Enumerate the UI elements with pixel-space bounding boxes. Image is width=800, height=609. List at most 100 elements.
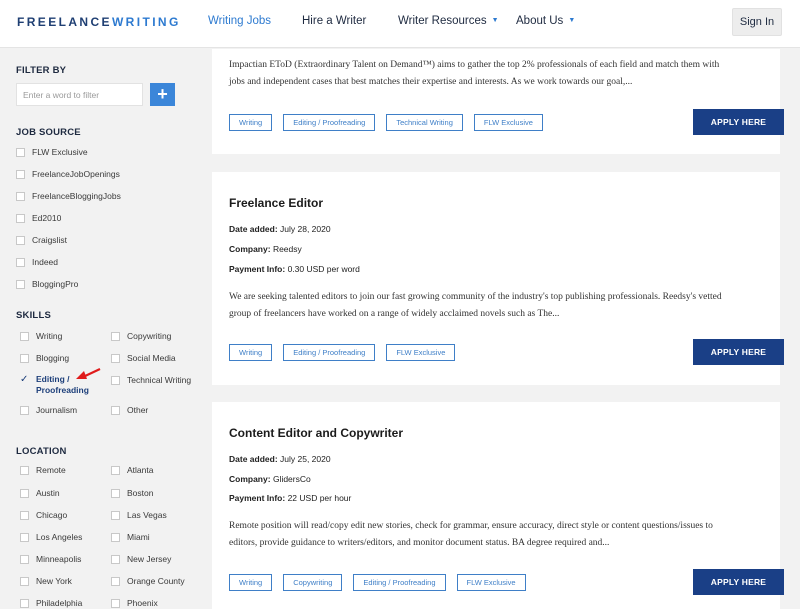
job-source-checkbox[interactable]: FLW Exclusive <box>16 147 88 158</box>
job-tags: Writing Editing / Proofreading Technical… <box>229 114 543 131</box>
checkbox-box[interactable] <box>20 466 29 475</box>
checkbox-box[interactable] <box>20 354 29 363</box>
skill-checkbox[interactable]: Copywriting <box>111 331 171 342</box>
job-date: Date added: July 25, 2020 <box>229 454 331 464</box>
job-source-checkbox[interactable]: FreelanceBloggingJobs <box>16 191 121 202</box>
sign-in-button[interactable]: Sign In <box>732 8 782 36</box>
job-tags: Writing Copywriting Editing / Proofreadi… <box>229 574 526 591</box>
checkbox-box[interactable] <box>16 236 25 245</box>
apply-here-button[interactable]: APPLY HERE <box>693 339 784 365</box>
checkbox-box[interactable] <box>16 148 25 157</box>
location-checkbox[interactable]: Las Vegas <box>111 510 167 521</box>
site-logo[interactable]: FREELANCEWRITING <box>17 15 181 29</box>
checkbox-box[interactable] <box>111 489 120 498</box>
checkbox-box[interactable] <box>111 406 120 415</box>
chevron-down-icon: ▼ <box>491 17 499 24</box>
location-checkbox[interactable]: Remote <box>20 465 66 476</box>
skill-checkbox[interactable]: Writing <box>20 331 62 342</box>
add-filter-button[interactable]: + <box>150 83 175 106</box>
checkbox-box[interactable] <box>16 170 25 179</box>
checkbox-box[interactable] <box>16 214 25 223</box>
nav-writing-jobs[interactable]: Writing Jobs <box>208 15 271 27</box>
location-title: LOCATION <box>16 446 67 457</box>
filter-by-title: FILTER BY <box>16 65 67 76</box>
location-checkbox[interactable]: Los Angeles <box>20 532 82 543</box>
job-tag[interactable]: FLW Exclusive <box>456 574 526 591</box>
checkbox-box[interactable] <box>111 533 120 542</box>
checkbox-box[interactable] <box>111 332 120 341</box>
job-card: Content Editor and Copywriter Date added… <box>212 402 784 609</box>
skill-checkbox[interactable]: Technical Writing <box>111 375 191 386</box>
job-title[interactable]: Content Editor and Copywriter <box>229 426 403 440</box>
red-arrow-icon <box>76 368 101 379</box>
nav-hire-a-writer[interactable]: Hire a Writer <box>302 15 366 27</box>
checkbox-box[interactable] <box>20 533 29 542</box>
skill-checkbox[interactable]: Journalism <box>20 405 77 416</box>
checkbox-box[interactable] <box>111 511 120 520</box>
location-checkbox[interactable]: Orange County <box>111 576 185 587</box>
checkbox-box[interactable] <box>20 332 29 341</box>
checkbox-box[interactable] <box>111 466 120 475</box>
job-company: Company: GlidersCo <box>229 474 311 484</box>
location-checkbox[interactable]: Chicago <box>20 510 67 521</box>
apply-here-button[interactable]: APPLY HERE <box>693 109 784 135</box>
job-tag[interactable]: Editing / Proofreading <box>283 344 376 361</box>
checkbox-box[interactable] <box>111 599 120 608</box>
skill-checkbox[interactable]: Social Media <box>111 353 176 364</box>
job-description: We are seeking talented editors to join … <box>229 292 722 319</box>
checkmark-icon[interactable]: ✓ <box>20 375 29 385</box>
checkbox-box[interactable] <box>16 258 25 267</box>
checkbox-box[interactable] <box>111 376 120 385</box>
job-source-checkbox[interactable]: Indeed <box>16 257 58 268</box>
job-source-title: JOB SOURCE <box>16 127 81 138</box>
location-checkbox[interactable]: Minneapolis <box>20 554 81 565</box>
job-tag[interactable]: FLW Exclusive <box>386 344 456 361</box>
skill-checkbox[interactable]: Blogging <box>20 353 69 364</box>
location-checkbox[interactable]: New Jersey <box>111 554 171 565</box>
location-checkbox[interactable]: Boston <box>111 488 153 499</box>
checkbox-box[interactable] <box>111 354 120 363</box>
job-date: Date added: July 28, 2020 <box>229 224 331 234</box>
job-tag[interactable]: Writing <box>229 344 273 361</box>
chevron-down-icon: ▼ <box>568 17 576 24</box>
checkbox-box[interactable] <box>16 192 25 201</box>
checkbox-box[interactable] <box>20 577 29 586</box>
location-checkbox[interactable]: Atlanta <box>111 465 153 476</box>
location-checkbox[interactable]: Miami <box>111 532 150 543</box>
checkbox-box[interactable] <box>20 511 29 520</box>
checkbox-box[interactable] <box>20 406 29 415</box>
job-card: Impactian EToD (Extraordinary Talent on … <box>212 49 784 154</box>
job-tag[interactable]: FLW Exclusive <box>473 114 543 131</box>
skill-checkbox[interactable]: Other <box>111 405 148 416</box>
job-tag[interactable]: Copywriting <box>283 574 343 591</box>
location-checkbox[interactable]: Philadelphia <box>20 598 82 609</box>
job-tag[interactable]: Technical Writing <box>386 114 463 131</box>
filter-sidebar: FILTER BY + JOB SOURCE FLW Exclusive Fre… <box>0 49 205 609</box>
job-source-checkbox[interactable]: FreelanceJobOpenings <box>16 169 120 180</box>
job-title[interactable]: Freelance Editor <box>229 196 323 210</box>
job-tag[interactable]: Editing / Proofreading <box>283 114 376 131</box>
location-checkbox[interactable]: Austin <box>20 488 60 499</box>
job-tag[interactable]: Writing <box>229 574 273 591</box>
job-tag[interactable]: Writing <box>229 114 273 131</box>
site-header: FREELANCEWRITING Writing Jobs Hire a Wri… <box>0 0 800 48</box>
checkbox-box[interactable] <box>111 577 120 586</box>
checkbox-box[interactable] <box>20 599 29 608</box>
job-source-checkbox[interactable]: Craigslist <box>16 235 67 246</box>
job-description: Remote position will read/copy edit new … <box>229 521 713 548</box>
location-checkbox[interactable]: New York <box>20 576 72 587</box>
filter-input[interactable] <box>16 83 143 106</box>
job-source-checkbox[interactable]: BloggingPro <box>16 279 78 290</box>
location-checkbox[interactable]: Phoenix <box>111 598 158 609</box>
checkbox-box[interactable] <box>20 555 29 564</box>
job-source-checkbox[interactable]: Ed2010 <box>16 213 61 224</box>
job-company: Company: Reedsy <box>229 244 302 254</box>
nav-about-us[interactable]: About Us ▼ <box>516 15 575 27</box>
apply-here-button[interactable]: APPLY HERE <box>693 569 784 595</box>
checkbox-box[interactable] <box>20 489 29 498</box>
checkbox-box[interactable] <box>16 280 25 289</box>
nav-writer-resources[interactable]: Writer Resources ▼ <box>398 15 499 27</box>
job-tag[interactable]: Editing / Proofreading <box>353 574 446 591</box>
checkbox-box[interactable] <box>111 555 120 564</box>
job-description: Impactian EToD (Extraordinary Talent on … <box>229 60 720 87</box>
